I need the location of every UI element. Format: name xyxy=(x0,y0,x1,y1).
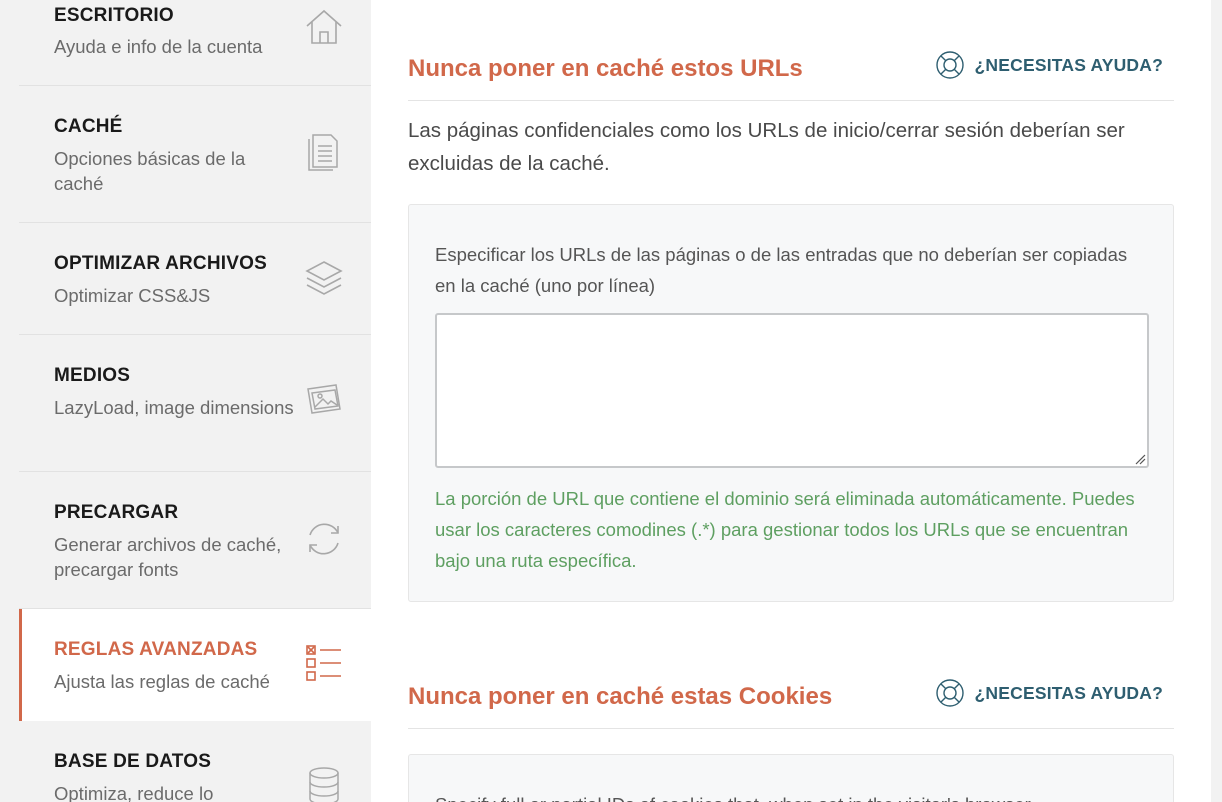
section-title: Nunca poner en caché estos URLs xyxy=(408,55,803,82)
sidebar-item-desc: Optimizar CSS&JS xyxy=(54,285,211,306)
sidebar-item-title: REGLAS AVANZADAS xyxy=(54,639,258,660)
sidebar-item-cache[interactable]: CACHÉ Opciones básicas de la caché xyxy=(19,86,371,223)
never-cache-urls-panel: Especificar los URLs de las páginas o de… xyxy=(408,204,1174,602)
sidebar-item-desc: Opciones básicas de la caché xyxy=(54,148,246,194)
lifebuoy-icon xyxy=(935,51,964,79)
images-icon xyxy=(307,384,341,414)
sidebar: ESCRITORIO Ayuda e info de la cuenta CAC… xyxy=(0,0,371,802)
document-icon xyxy=(308,134,338,171)
sidebar-item-title: CACHÉ xyxy=(54,116,123,137)
sidebar-item-desc: Optimiza, reduce lo xyxy=(54,783,214,802)
sidebar-item-title: MEDIOS xyxy=(54,365,131,386)
lifebuoy-icon xyxy=(935,679,964,707)
sidebar-item-escritorio[interactable]: ESCRITORIO Ayuda e info de la cuenta xyxy=(19,0,371,86)
sidebar-item-precargar[interactable]: PRECARGAR Generar archivos de caché, pre… xyxy=(19,472,371,609)
layers-icon xyxy=(305,261,343,295)
section-intro: Las páginas confidenciales como los URLs… xyxy=(408,119,1125,175)
resize-grip-icon[interactable] xyxy=(1134,453,1146,465)
sidebar-item-title: PRECARGAR xyxy=(54,502,179,523)
sidebar-item-title: BASE DE DATOS xyxy=(54,751,212,772)
home-icon xyxy=(306,9,342,44)
refresh-icon xyxy=(309,523,339,555)
checklist-icon xyxy=(306,645,341,681)
never-cache-cookies-label: Specify full or partial IDs of cookies t… xyxy=(435,789,1135,802)
sidebar-item-medios[interactable]: MEDIOS LazyLoad, image dimensions xyxy=(19,335,371,472)
never-cache-urls-textarea[interactable] xyxy=(435,313,1149,468)
never-cache-urls-label: Especificar los URLs de las páginas o de… xyxy=(435,244,1128,296)
never-cache-cookies-panel: Specify full or partial IDs of cookies t… xyxy=(408,754,1174,802)
sidebar-item-desc: LazyLoad, image dimensions xyxy=(54,397,294,418)
never-cache-urls-note: La porción de URL que contiene el domini… xyxy=(435,488,1135,571)
section-header-urls: Nunca poner en caché estos URLs ¿NECESIT… xyxy=(408,51,1174,101)
sidebar-item-desc: Ayuda e info de la cuenta xyxy=(54,36,263,57)
help-label: ¿NECESITAS AYUDA? xyxy=(974,682,1163,703)
sidebar-item-title: OPTIMIZAR ARCHIVOS xyxy=(54,253,267,274)
sidebar-item-reglas-avanzadas[interactable]: REGLAS AVANZADAS Ajusta las reglas de ca… xyxy=(19,609,371,721)
sidebar-item-base-de-datos[interactable]: BASE DE DATOS Optimiza, reduce lo xyxy=(19,721,371,802)
section-title: Nunca poner en caché estas Cookies xyxy=(408,683,833,710)
sidebar-item-title: ESCRITORIO xyxy=(54,5,174,26)
sidebar-item-desc: Generar archivos de caché, precargar fon… xyxy=(54,534,282,580)
sidebar-item-optimizar-archivos[interactable]: OPTIMIZAR ARCHIVOS Optimizar CSS&JS xyxy=(19,223,371,335)
help-link[interactable]: ¿NECESITAS AYUDA? xyxy=(935,677,1163,709)
help-link[interactable]: ¿NECESITAS AYUDA? xyxy=(935,49,1163,81)
database-icon xyxy=(309,767,339,802)
main-content: Nunca poner en caché estos URLs ¿NECESIT… xyxy=(371,0,1211,802)
sidebar-item-desc: Ajusta las reglas de caché xyxy=(54,671,270,692)
help-label: ¿NECESITAS AYUDA? xyxy=(974,54,1163,75)
section-header-cookies: Nunca poner en caché estas Cookies ¿NECE… xyxy=(408,679,1174,729)
